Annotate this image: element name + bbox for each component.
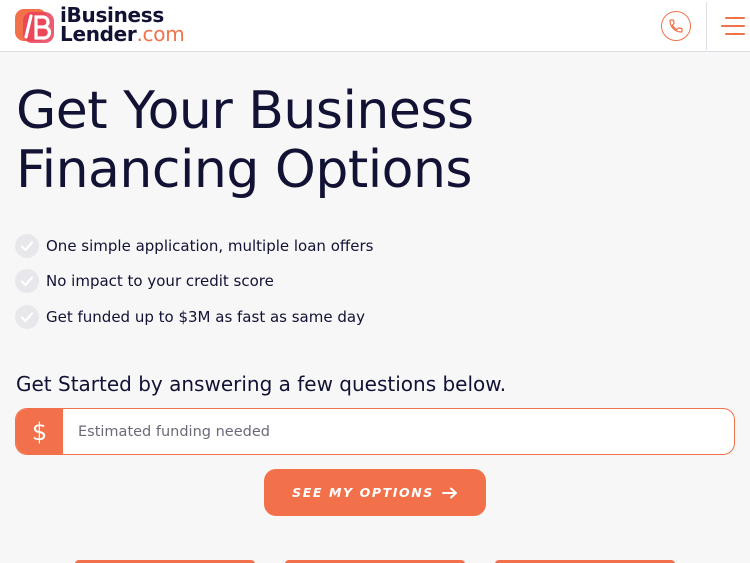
benefit-text: No impact to your credit score [46,272,274,291]
brand-suffix: .com [136,22,185,46]
brand-name-part: Lender [60,22,137,46]
benefit-text: Get funded up to $3M as fast as same day [46,307,365,326]
form-prompt: Get Started by answering a few questions… [16,372,507,396]
benefit-item: One simple application, multiple loan of… [15,228,373,264]
title-line-2: Financing Options [16,140,473,200]
arrow-right-icon [441,487,457,498]
benefit-text: One simple application, multiple loan of… [46,236,374,255]
see-options-button[interactable]: SEE MY OPTIONS [264,469,486,516]
brand-wordmark[interactable]: iBusiness Lender.com [60,5,185,46]
funding-input[interactable] [63,409,734,454]
check-icon [15,304,39,329]
benefit-item: Get funded up to $3M as fast as same day [15,299,373,335]
benefit-list: One simple application, multiple loan of… [15,228,373,335]
cta-label: SEE MY OPTIONS [292,485,434,500]
call-button[interactable] [661,11,691,41]
hamburger-menu-icon[interactable] [719,14,745,38]
funding-field[interactable]: $ [15,408,735,455]
benefit-item: No impact to your credit score [15,264,373,300]
check-icon [15,233,39,258]
header-divider [706,2,707,50]
page-title: Get Your Business Financing Options [16,82,716,200]
check-icon [15,269,39,294]
dollar-icon: $ [16,409,63,454]
brand-line-2: Lender.com [60,22,185,46]
phone-icon [669,19,683,33]
ibl-logo-icon[interactable] [14,7,56,45]
site-header: iBusiness Lender.com [0,0,750,52]
title-line-1: Get Your Business [16,81,474,141]
